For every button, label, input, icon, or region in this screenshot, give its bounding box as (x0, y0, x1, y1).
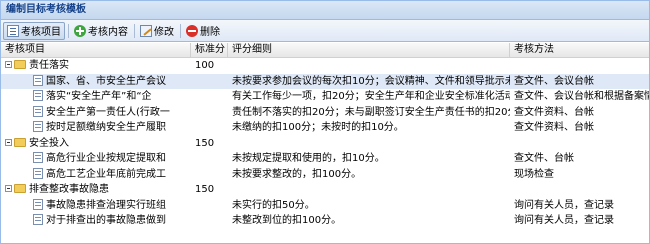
row-name: 按时足额缴纳安全生产履职 (46, 122, 166, 134)
row-method: 查文件、会议台帐和根据备案情况 (514, 91, 649, 103)
document-icon (33, 214, 43, 226)
table-row[interactable]: 落实“安全生产年”和“企 有关工作每少一项，扣20分；安全生产年和企业安全标准化… (1, 89, 649, 105)
grid-header: 考核项目 标准分 评分细则 考核方法 (1, 43, 649, 58)
row-name: 责任落实 (29, 60, 69, 72)
row-name: 事故隐患排查治理实行班组 (46, 199, 166, 211)
collapse-icon[interactable] (5, 61, 12, 69)
document-icon (33, 167, 43, 179)
row-score: 150 (195, 184, 215, 196)
table-row[interactable]: 按时足额缴纳安全生产履职 未缴纳的扣100分；未按时的扣10分。 查文件资料、台… (1, 120, 649, 136)
row-rule: 未整改到位的扣100分。 (232, 215, 342, 227)
group-row[interactable]: 排查整改事故隐患 150 (1, 182, 649, 198)
group-row[interactable]: 责任落实 100 (1, 58, 649, 74)
edit-button[interactable]: 修改 (137, 22, 177, 40)
add-content-button[interactable]: 考核内容 (71, 22, 131, 40)
row-rule: 未按规定提取和使用的，扣10分。 (232, 153, 385, 165)
row-method: 询问有关人员，查记录 (514, 215, 614, 227)
table-row[interactable]: 对于排查出的事故隐患做到 未整改到位的扣100分。 询问有关人员，查记录 (1, 213, 649, 229)
table-row[interactable]: 安全生产第一责任人(行政一 责任制不落实的扣20分；未与副职签订安全生产责任书的… (1, 105, 649, 121)
add-icon (74, 24, 86, 37)
document-icon (33, 105, 43, 117)
items-button-label: 考核项目 (21, 27, 61, 38)
toolbar-separator (68, 23, 69, 38)
row-rule: 未按要求参加会议的每次扣10分；会议精神、文件和领导批示未及 (232, 75, 510, 87)
panel-title: 编制目标考核模板 (1, 1, 649, 20)
toolbar-separator (134, 23, 135, 38)
group-row[interactable]: 安全投入 150 (1, 136, 649, 152)
row-rule: 未实行的扣50分。 (232, 199, 315, 211)
column-header-rule[interactable]: 评分细则 (228, 43, 510, 58)
row-name: 对于排查出的事故隐患做到 (46, 215, 166, 227)
row-name: 排查整改事故隐患 (29, 184, 109, 196)
row-method: 查文件、会议台帐 (514, 75, 594, 87)
row-name: 安全投入 (29, 137, 69, 149)
table-row[interactable]: 高危行业企业按规定提取和 未按规定提取和使用的，扣10分。 查文件、台帐 (1, 151, 649, 167)
row-name: 落实“安全生产年”和“企 (46, 91, 152, 103)
add-content-label: 考核内容 (88, 27, 128, 38)
row-method: 查文件、台帐 (514, 153, 574, 165)
document-icon (33, 74, 43, 86)
row-score: 150 (195, 137, 215, 149)
row-method: 询问有关人员，查记录 (514, 199, 614, 211)
folder-icon (14, 137, 26, 147)
collapse-icon[interactable] (5, 185, 12, 193)
folder-icon (14, 60, 26, 70)
delete-button-label: 删除 (200, 27, 220, 38)
row-score: 100 (195, 60, 215, 72)
row-method: 查文件资料、台帐 (514, 106, 594, 118)
column-header-score[interactable]: 标准分 (191, 43, 228, 58)
delete-button[interactable]: 删除 (183, 22, 223, 40)
document-icon (33, 152, 43, 164)
delete-icon (186, 24, 198, 37)
row-rule: 未按要求整改的，扣100分。 (232, 168, 362, 180)
column-header-method[interactable]: 考核方法 (510, 43, 649, 58)
template-panel: 编制目标考核模板 考核项目 考核内容 修改 删除 考核项目 标准分 评分细则 考… (0, 0, 650, 244)
row-rule: 未缴纳的扣100分；未按时的扣10分。 (232, 122, 404, 134)
row-rule: 责任制不落实的扣20分；未与副职签订安全生产责任书的扣20分。 (232, 106, 510, 118)
row-name: 安全生产第一责任人(行政一 (46, 106, 170, 118)
table-row[interactable]: 事故隐患排查治理实行班组 未实行的扣50分。 询问有关人员，查记录 (1, 198, 649, 214)
table-row[interactable]: 高危工艺企业年底前完成工 未按要求整改的，扣100分。 现场检查 (1, 167, 649, 183)
document-icon (33, 198, 43, 210)
grid-body: 责任落实 100 国家、省、市安全生产会议 未按要求参加会议的每次扣10分；会议… (1, 58, 649, 229)
row-name: 国家、省、市安全生产会议 (46, 75, 166, 87)
table-row[interactable]: 国家、省、市安全生产会议 未按要求参加会议的每次扣10分；会议精神、文件和领导批… (1, 73, 649, 89)
toolbar-separator (180, 23, 181, 38)
row-method: 现场检查 (514, 168, 554, 180)
row-rule: 有关工作每少一项，扣20分；安全生产年和企业安全标准化活动第 (232, 91, 510, 103)
edit-icon (140, 24, 152, 37)
row-name: 高危行业企业按规定提取和 (46, 153, 166, 165)
row-name: 高危工艺企业年底前完成工 (46, 168, 166, 180)
edit-button-label: 修改 (154, 27, 174, 38)
document-icon (33, 90, 43, 102)
list-icon (7, 24, 19, 37)
folder-icon (14, 184, 26, 194)
row-method: 查文件资料、台帐 (514, 122, 594, 134)
document-icon (33, 121, 43, 133)
collapse-icon[interactable] (5, 138, 12, 146)
column-header-item[interactable]: 考核项目 (1, 43, 191, 58)
items-button[interactable]: 考核项目 (3, 21, 65, 40)
toolbar: 考核项目 考核内容 修改 删除 (1, 20, 649, 42)
